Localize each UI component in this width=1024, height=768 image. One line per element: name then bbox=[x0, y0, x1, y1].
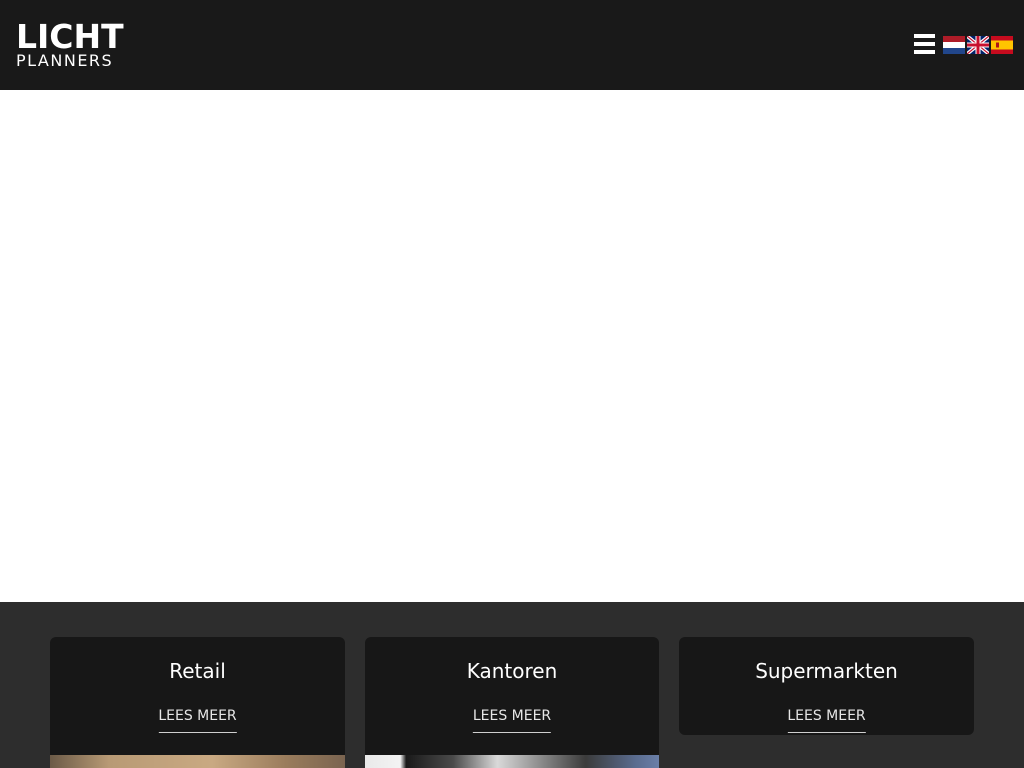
retail-image bbox=[50, 755, 345, 768]
logo-text-line2: PLANNERS bbox=[16, 51, 114, 70]
lees-meer-link[interactable]: LEES MEER bbox=[787, 708, 866, 733]
lees-meer-link[interactable]: LEES MEER bbox=[158, 708, 237, 733]
card-title: Retail bbox=[169, 659, 226, 683]
licht-planners-logo[interactable]: LICHT PLANNERS bbox=[16, 17, 126, 70]
hamburger-menu-icon[interactable] bbox=[914, 34, 935, 54]
card-title: Supermarkten bbox=[755, 659, 898, 683]
sector-card-retail[interactable]: Retail LEES MEER bbox=[50, 637, 345, 768]
kantoren-image bbox=[365, 755, 659, 768]
lees-meer-link[interactable]: LEES MEER bbox=[472, 708, 552, 733]
flag-spain-icon[interactable] bbox=[991, 36, 1013, 54]
card-title: Kantoren bbox=[466, 659, 558, 683]
flag-united-kingdom-icon[interactable] bbox=[967, 36, 989, 54]
flag-netherlands-icon[interactable] bbox=[943, 36, 965, 54]
hero-area bbox=[0, 90, 1024, 602]
sectors-section: Retail LEES MEER Kantoren LEES MEER Supe… bbox=[0, 602, 1024, 768]
site-header: LICHT PLANNERS bbox=[0, 0, 1024, 90]
sector-card-kantoren[interactable]: Kantoren LEES MEER bbox=[365, 637, 659, 768]
sector-card-supermarkten[interactable]: Supermarkten LEES MEER bbox=[679, 637, 974, 735]
logo-text-line1: LICHT bbox=[16, 17, 124, 56]
